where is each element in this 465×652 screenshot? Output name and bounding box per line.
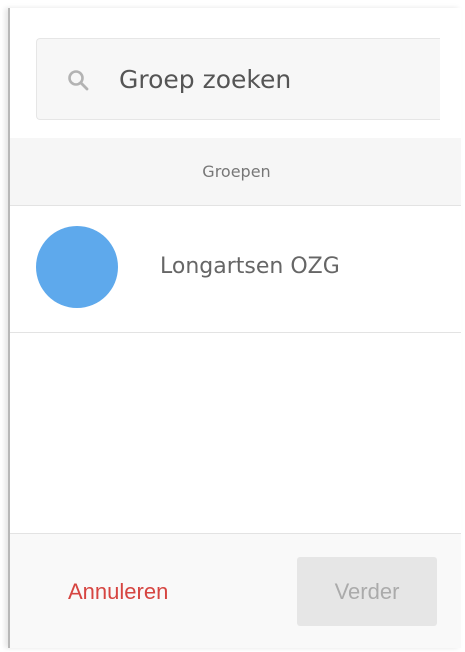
group-avatar [36,226,118,308]
select-group-dialog: Groepen Longartsen OZG Annuleren Verder [8,8,461,648]
cancel-button[interactable]: Annuleren [58,574,178,610]
group-name: Longartsen OZG [160,254,340,279]
search-input[interactable] [119,53,419,105]
next-button[interactable]: Verder [297,557,437,626]
search-icon [67,69,89,91]
groups-section-title: Groepen [202,162,271,181]
groups-section-header: Groepen [10,138,461,206]
search-box [36,38,440,120]
dialog-footer: Annuleren Verder [10,533,461,648]
group-list-item[interactable]: Longartsen OZG [10,206,461,333]
